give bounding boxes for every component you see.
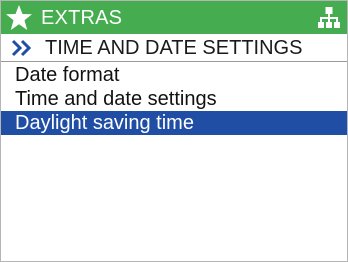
menu-tree-icon[interactable] (317, 6, 341, 30)
menu-item-time-and-date-settings[interactable]: Time and date settings (1, 87, 347, 111)
menu-item-daylight-saving-time[interactable]: Daylight saving time (1, 111, 347, 135)
title-bar: EXTRAS (1, 1, 347, 34)
star-icon (5, 4, 33, 32)
screen-title: EXTRAS (41, 7, 123, 29)
device-screen: EXTRAS TIME AND DATE SETTINGS Date forma… (0, 0, 348, 262)
breadcrumb: TIME AND DATE SETTINGS (1, 34, 347, 62)
submenu-title: TIME AND DATE SETTINGS (45, 37, 303, 59)
double-chevron-right-icon (11, 39, 33, 57)
menu-list: Date format Time and date settings Dayli… (1, 63, 347, 135)
menu-item-date-format[interactable]: Date format (1, 63, 347, 87)
